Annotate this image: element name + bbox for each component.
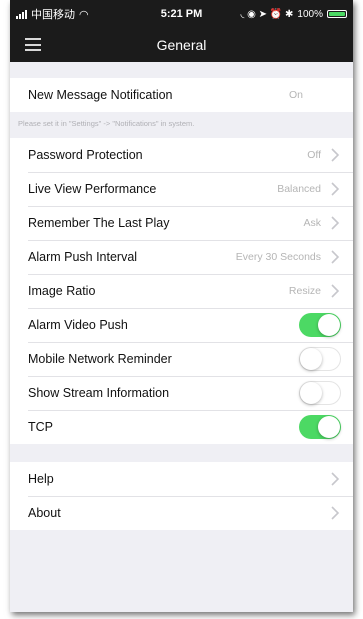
live-view-performance-row[interactable]: Live View Performance Balanced	[10, 172, 353, 206]
alarm-video-push-label: Alarm Video Push	[28, 318, 128, 332]
help-row[interactable]: Help	[10, 462, 353, 496]
mobile-network-reminder-row: Mobile Network Reminder	[10, 342, 353, 376]
tcp-label: TCP	[28, 420, 53, 434]
battery-icon	[327, 10, 347, 18]
new-message-notification-label: New Message Notification	[28, 88, 173, 102]
status-bar: 中国移动 ◠ 5:21 PM ◟ ◉ ➤ ⏰ ✱ 100%	[10, 0, 353, 28]
notification-group: New Message Notification On	[10, 78, 353, 112]
chevron-right-icon	[331, 216, 340, 230]
tcp-toggle[interactable]	[299, 415, 341, 439]
hamburger-menu-icon[interactable]	[25, 38, 41, 51]
show-stream-information-label: Show Stream Information	[28, 386, 170, 400]
navigation-bar: General	[10, 28, 353, 62]
notification-hint: Please set it in "Settings" -> "Notifica…	[18, 119, 195, 128]
remember-last-play-row[interactable]: Remember The Last Play Ask	[10, 206, 353, 240]
mobile-network-reminder-label: Mobile Network Reminder	[28, 352, 172, 366]
help-label: Help	[28, 472, 54, 486]
about-label: About	[28, 506, 61, 520]
password-protection-row[interactable]: Password Protection Off	[10, 138, 353, 172]
tcp-row: TCP	[10, 410, 353, 444]
alarm-video-push-toggle[interactable]	[299, 313, 341, 337]
status-bar-right: ◟ ◉ ➤ ⏰ ✱ 100%	[240, 8, 347, 20]
remember-last-play-label: Remember The Last Play	[28, 216, 170, 230]
image-ratio-row[interactable]: Image Ratio Resize	[10, 274, 353, 308]
image-ratio-label: Image Ratio	[28, 284, 96, 298]
remember-last-play-value: Ask	[303, 217, 321, 229]
new-message-notification-value: On	[288, 89, 303, 101]
chevron-right-icon	[331, 506, 340, 520]
password-protection-label: Password Protection	[28, 148, 143, 162]
image-ratio-value: Resize	[288, 285, 321, 297]
alarm-push-interval-row[interactable]: Alarm Push Interval Every 30 Seconds	[10, 240, 353, 274]
alarm-push-interval-label: Alarm Push Interval	[28, 250, 138, 264]
status-bar-left: 中国移动 ◠	[16, 6, 89, 22]
app-screen: 中国移动 ◠ 5:21 PM ◟ ◉ ➤ ⏰ ✱ 100% General Ne…	[10, 0, 353, 612]
page-title: General	[156, 37, 207, 53]
battery-percent: 100%	[297, 8, 323, 20]
alarm-push-interval-value: Every 30 Seconds	[235, 251, 321, 263]
alarm-video-push-row: Alarm Video Push	[10, 308, 353, 342]
new-message-notification-row[interactable]: New Message Notification On	[10, 78, 353, 112]
carrier-label: 中国移动	[31, 9, 75, 21]
about-row[interactable]: About	[10, 496, 353, 530]
chevron-right-icon	[331, 182, 340, 196]
password-protection-value: Off	[307, 149, 321, 161]
show-stream-information-toggle[interactable]	[299, 381, 341, 405]
settings-group: Password Protection Off Live View Perfor…	[10, 138, 353, 444]
status-indicators: ◟ ◉ ➤ ⏰ ✱	[240, 8, 294, 20]
chevron-right-icon	[331, 250, 340, 264]
live-view-performance-label: Live View Performance	[28, 182, 157, 196]
wifi-icon: ◠	[79, 8, 89, 21]
help-about-group: Help About	[10, 462, 353, 530]
mobile-network-reminder-toggle[interactable]	[299, 347, 341, 371]
chevron-right-icon	[331, 284, 340, 298]
chevron-right-icon	[331, 148, 340, 162]
live-view-performance-value: Balanced	[277, 183, 321, 195]
show-stream-information-row: Show Stream Information	[10, 376, 353, 410]
chevron-right-icon	[331, 472, 340, 486]
cellular-signal-icon	[16, 9, 27, 19]
